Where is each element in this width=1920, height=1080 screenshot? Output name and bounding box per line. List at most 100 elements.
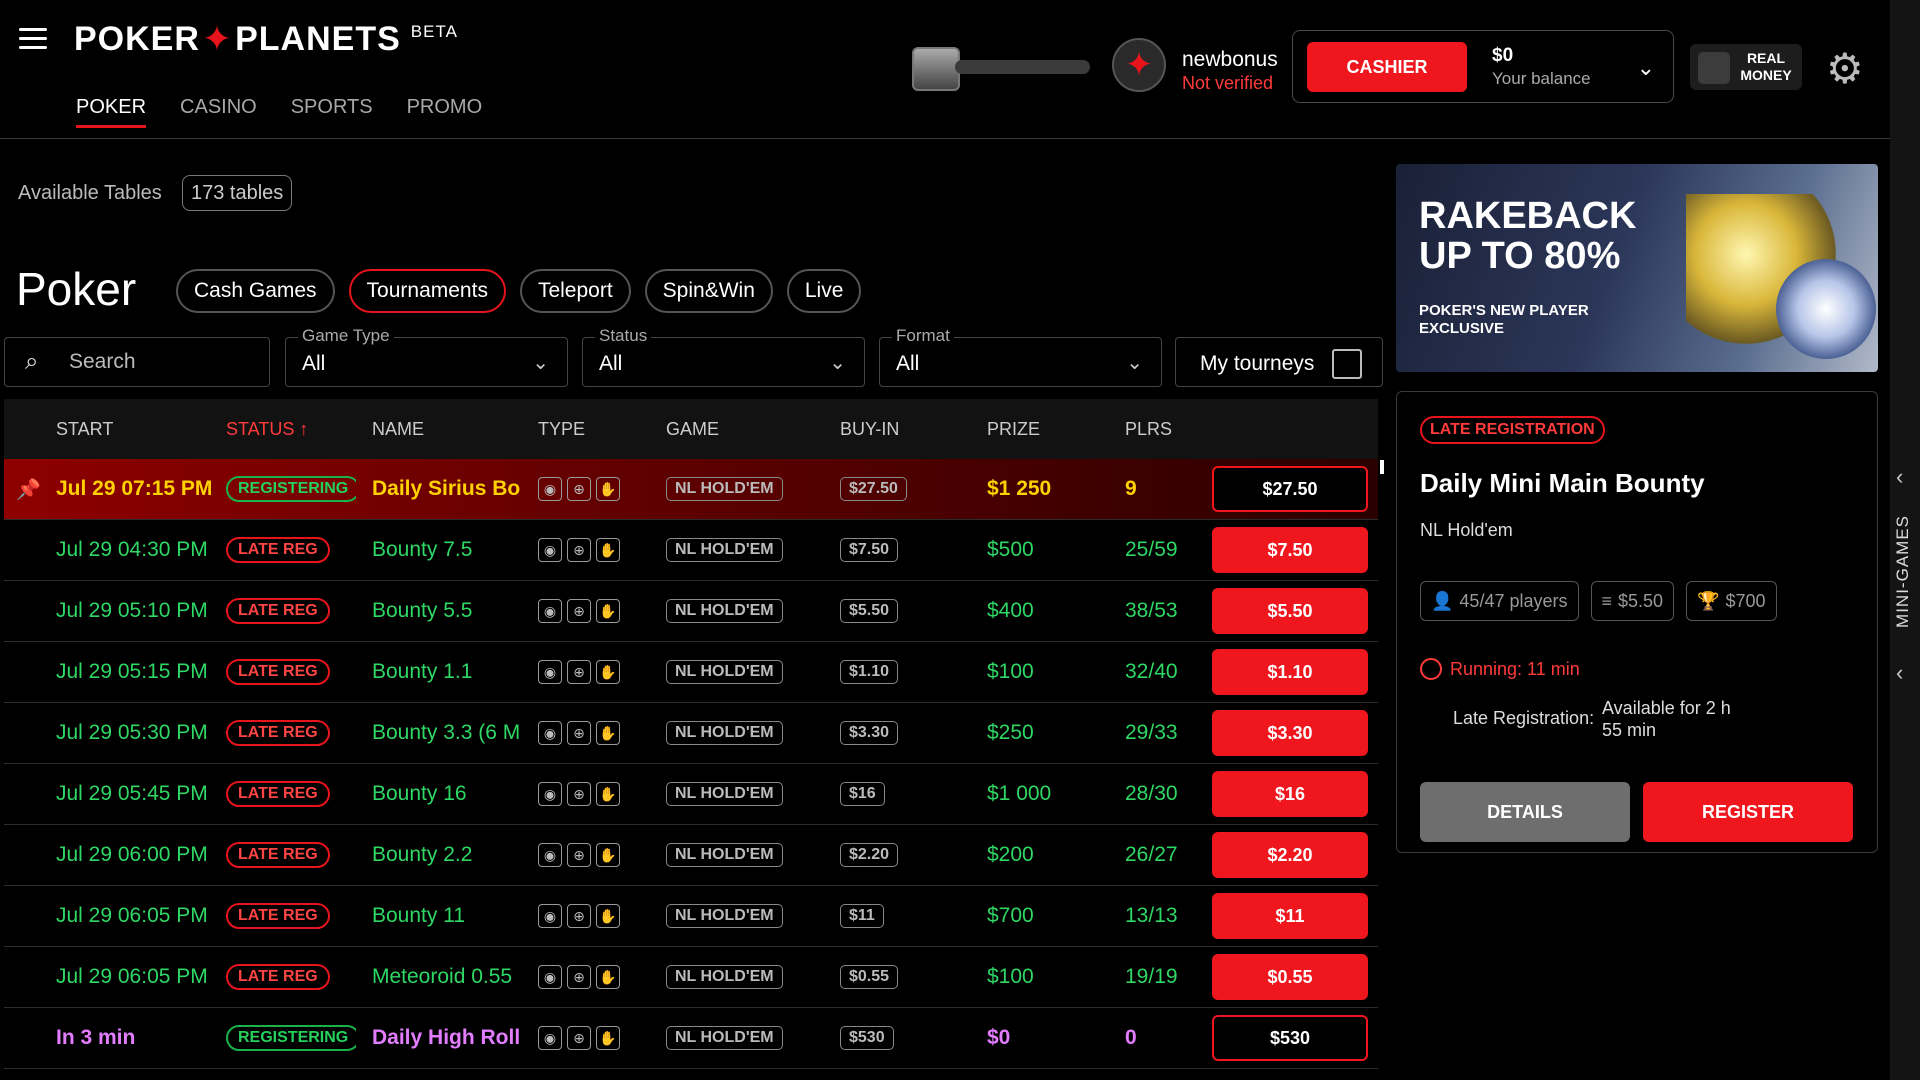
buyin-cell: $0.55 xyxy=(840,947,940,1007)
status-badge: LATE REG xyxy=(226,903,330,929)
tab-live[interactable]: Live xyxy=(786,269,862,313)
verification-status[interactable]: Not verified xyxy=(1182,73,1273,94)
col-players[interactable]: PLRS xyxy=(1125,399,1205,459)
tab-tournaments[interactable]: Tournaments xyxy=(348,269,506,313)
search-field[interactable]: ⌕ xyxy=(4,337,270,387)
table-row[interactable]: In 3 min REGISTERING Daily High Roll ◉ ⊕ ✋ NL … xyxy=(4,1008,1378,1069)
buyin-badge: $2.20 xyxy=(840,843,899,867)
start-time: Jul 29 05:15 PM xyxy=(56,660,208,683)
bounty-icon: ◉ xyxy=(538,538,562,562)
banner-subtitle: POKER'S NEW PLAYER EXCLUSIVE xyxy=(1419,302,1589,337)
tournament-name[interactable]: Bounty 1.1 xyxy=(372,642,520,702)
table-row[interactable]: Jul 29 05:10 PM LATE REG Bounty 5.5 ◉ ⊕ ✋ NL H… xyxy=(4,581,1378,642)
buyin-button[interactable]: $2.20 xyxy=(1212,832,1368,878)
col-status[interactable]: STATUS ↑ xyxy=(226,399,356,459)
action-cell: $530 xyxy=(1212,1008,1370,1068)
buyin-button[interactable]: $530 xyxy=(1212,1015,1368,1061)
status-badge: REGISTERING xyxy=(226,476,356,502)
chevron-down-icon[interactable]: ⌄ xyxy=(1637,55,1655,81)
hand-icon: ✋ xyxy=(596,538,620,562)
tournament-name[interactable]: Meteoroid 0.55 xyxy=(372,947,520,1007)
start-time: Jul 29 07:15 PM xyxy=(56,477,213,500)
chevron-down-icon: ⌄ xyxy=(1126,352,1143,374)
table-row[interactable]: Jul 29 06:00 PM LATE REG Bounty 2.2 ◉ ⊕ ✋ NL H… xyxy=(4,825,1378,886)
chevron-left-icon[interactable]: ‹ xyxy=(1896,660,1903,686)
table-row[interactable]: Jul 29 05:15 PM LATE REG Bounty 1.1 ◉ ⊕ ✋ NL H… xyxy=(4,642,1378,703)
table-row[interactable]: Jul 29 06:05 PM LATE REG Meteoroid 0.55 ◉ ⊕ ✋… xyxy=(4,947,1378,1008)
col-type[interactable]: TYPE xyxy=(538,399,638,459)
action-cell: $1.10 xyxy=(1212,642,1370,702)
buyin-button[interactable]: $3.30 xyxy=(1212,710,1368,756)
buyin-badge: $16 xyxy=(840,782,885,806)
tab-spin-win[interactable]: Spin&Win xyxy=(644,269,773,313)
tournament-name[interactable]: Bounty 16 xyxy=(372,764,520,824)
tournament-name[interactable]: Bounty 7.5 xyxy=(372,520,520,580)
nav-casino[interactable]: CASINO xyxy=(180,96,257,128)
tournament-name[interactable]: Bounty 2.2 xyxy=(372,825,520,885)
buyin-button[interactable]: $0.55 xyxy=(1212,954,1368,1000)
game-type-dropdown[interactable]: Game Type All ⌄ xyxy=(285,326,568,387)
mini-games-rail[interactable]: ‹ MINI-GAMES ‹ xyxy=(1890,0,1920,1080)
tournament-name[interactable]: Bounty 3.3 (6 M xyxy=(372,703,520,763)
table-row[interactable]: Jul 29 05:30 PM LATE REG Bounty 3.3 (6 M ◉ ⊕… xyxy=(4,703,1378,764)
logo-text-right: PLANETS xyxy=(235,19,401,58)
buyin-button[interactable]: $16 xyxy=(1212,771,1368,817)
nav-promo[interactable]: PROMO xyxy=(407,96,483,128)
pin-icon[interactable]: 📌 xyxy=(16,477,41,502)
col-game[interactable]: GAME xyxy=(666,399,806,459)
tab-cash-games[interactable]: Cash Games xyxy=(176,269,335,313)
col-prize[interactable]: PRIZE xyxy=(987,399,1107,459)
table-row[interactable]: Jul 29 06:05 PM LATE REG Bounty 11 ◉ ⊕ ✋ NL HO… xyxy=(4,886,1378,947)
treasure-chest-icon[interactable] xyxy=(912,47,960,91)
buyin-badge: $11 xyxy=(840,904,884,928)
col-name[interactable]: NAME xyxy=(372,399,520,459)
start-time: Jul 29 05:30 PM xyxy=(56,721,208,744)
logo[interactable]: POKER ✦ PLANETS BETA xyxy=(74,18,458,60)
nav-sports[interactable]: SPORTS xyxy=(291,96,373,128)
tab-teleport[interactable]: Teleport xyxy=(519,269,631,313)
tournament-name[interactable]: Daily High Roll xyxy=(372,1008,520,1068)
type-icons: ◉ ⊕ ✋ xyxy=(538,703,638,763)
buyin-button[interactable]: $27.50 xyxy=(1212,466,1368,512)
cashier-button[interactable]: CASHIER xyxy=(1307,42,1467,92)
format-dropdown[interactable]: Format All ⌄ xyxy=(879,326,1162,387)
start-time: Jul 29 06:05 PM xyxy=(56,904,208,927)
user-name[interactable]: newbonus xyxy=(1182,48,1278,72)
status-dropdown[interactable]: Status All ⌄ xyxy=(582,326,865,387)
buyin-button[interactable]: $11 xyxy=(1212,893,1368,939)
avatar[interactable]: ✦ xyxy=(1112,38,1166,92)
page-title: Poker xyxy=(16,263,137,315)
start-time: In 3 min xyxy=(56,1026,136,1049)
real-money-toggle[interactable]: REAL MONEY xyxy=(1690,44,1802,90)
search-input[interactable] xyxy=(69,350,259,374)
table-row[interactable]: Jul 29 05:45 PM LATE REG Bounty 16 ◉ ⊕ ✋ NL HO… xyxy=(4,764,1378,825)
rakeback-banner[interactable]: RAKEBACK UP TO 80% POKER'S NEW PLAYER EXCL… xyxy=(1396,164,1878,372)
buyin-button[interactable]: $7.50 xyxy=(1212,527,1368,573)
tournament-name[interactable]: Daily Sirius Bou xyxy=(372,459,520,519)
table-row[interactable]: Jul 29 04:30 PM LATE REG Bounty 7.5 ◉ ⊕ ✋ NL H… xyxy=(4,520,1378,581)
menu-icon[interactable] xyxy=(19,28,47,50)
nav-poker[interactable]: POKER xyxy=(76,96,147,128)
col-buyin[interactable]: BUY-IN xyxy=(840,399,940,459)
start-time: Jul 29 06:05 PM xyxy=(56,965,208,988)
buyin-cell: $1.10 xyxy=(840,642,940,702)
mini-games-label[interactable]: MINI-GAMES xyxy=(1893,515,1913,628)
scrollbar[interactable] xyxy=(1380,460,1384,474)
chevron-left-icon[interactable]: ‹ xyxy=(1896,464,1903,490)
tournament-name[interactable]: Bounty 11 xyxy=(372,886,520,946)
my-tourneys-filter[interactable]: My tourneys xyxy=(1175,337,1383,387)
col-start[interactable]: START xyxy=(56,399,226,459)
gear-icon[interactable]: ⚙ xyxy=(1826,44,1864,93)
hand-icon: ✋ xyxy=(596,965,620,989)
game-cell: NL HOLD'EM xyxy=(666,1008,806,1068)
game-cell: NL HOLD'EM xyxy=(666,764,806,824)
table-row[interactable]: 📌 Jul 29 07:15 PM REGISTERING Daily Sirius … xyxy=(4,459,1378,520)
players: 19/19 xyxy=(1125,965,1178,988)
details-button[interactable]: DETAILS xyxy=(1420,782,1630,842)
tournament-name[interactable]: Bounty 5.5 xyxy=(372,581,520,641)
my-tourneys-checkbox[interactable] xyxy=(1332,349,1362,379)
buyin-button[interactable]: $1.10 xyxy=(1212,649,1368,695)
toggle-knob[interactable] xyxy=(1698,52,1730,84)
buyin-button[interactable]: $5.50 xyxy=(1212,588,1368,634)
register-button[interactable]: REGISTER xyxy=(1643,782,1853,842)
